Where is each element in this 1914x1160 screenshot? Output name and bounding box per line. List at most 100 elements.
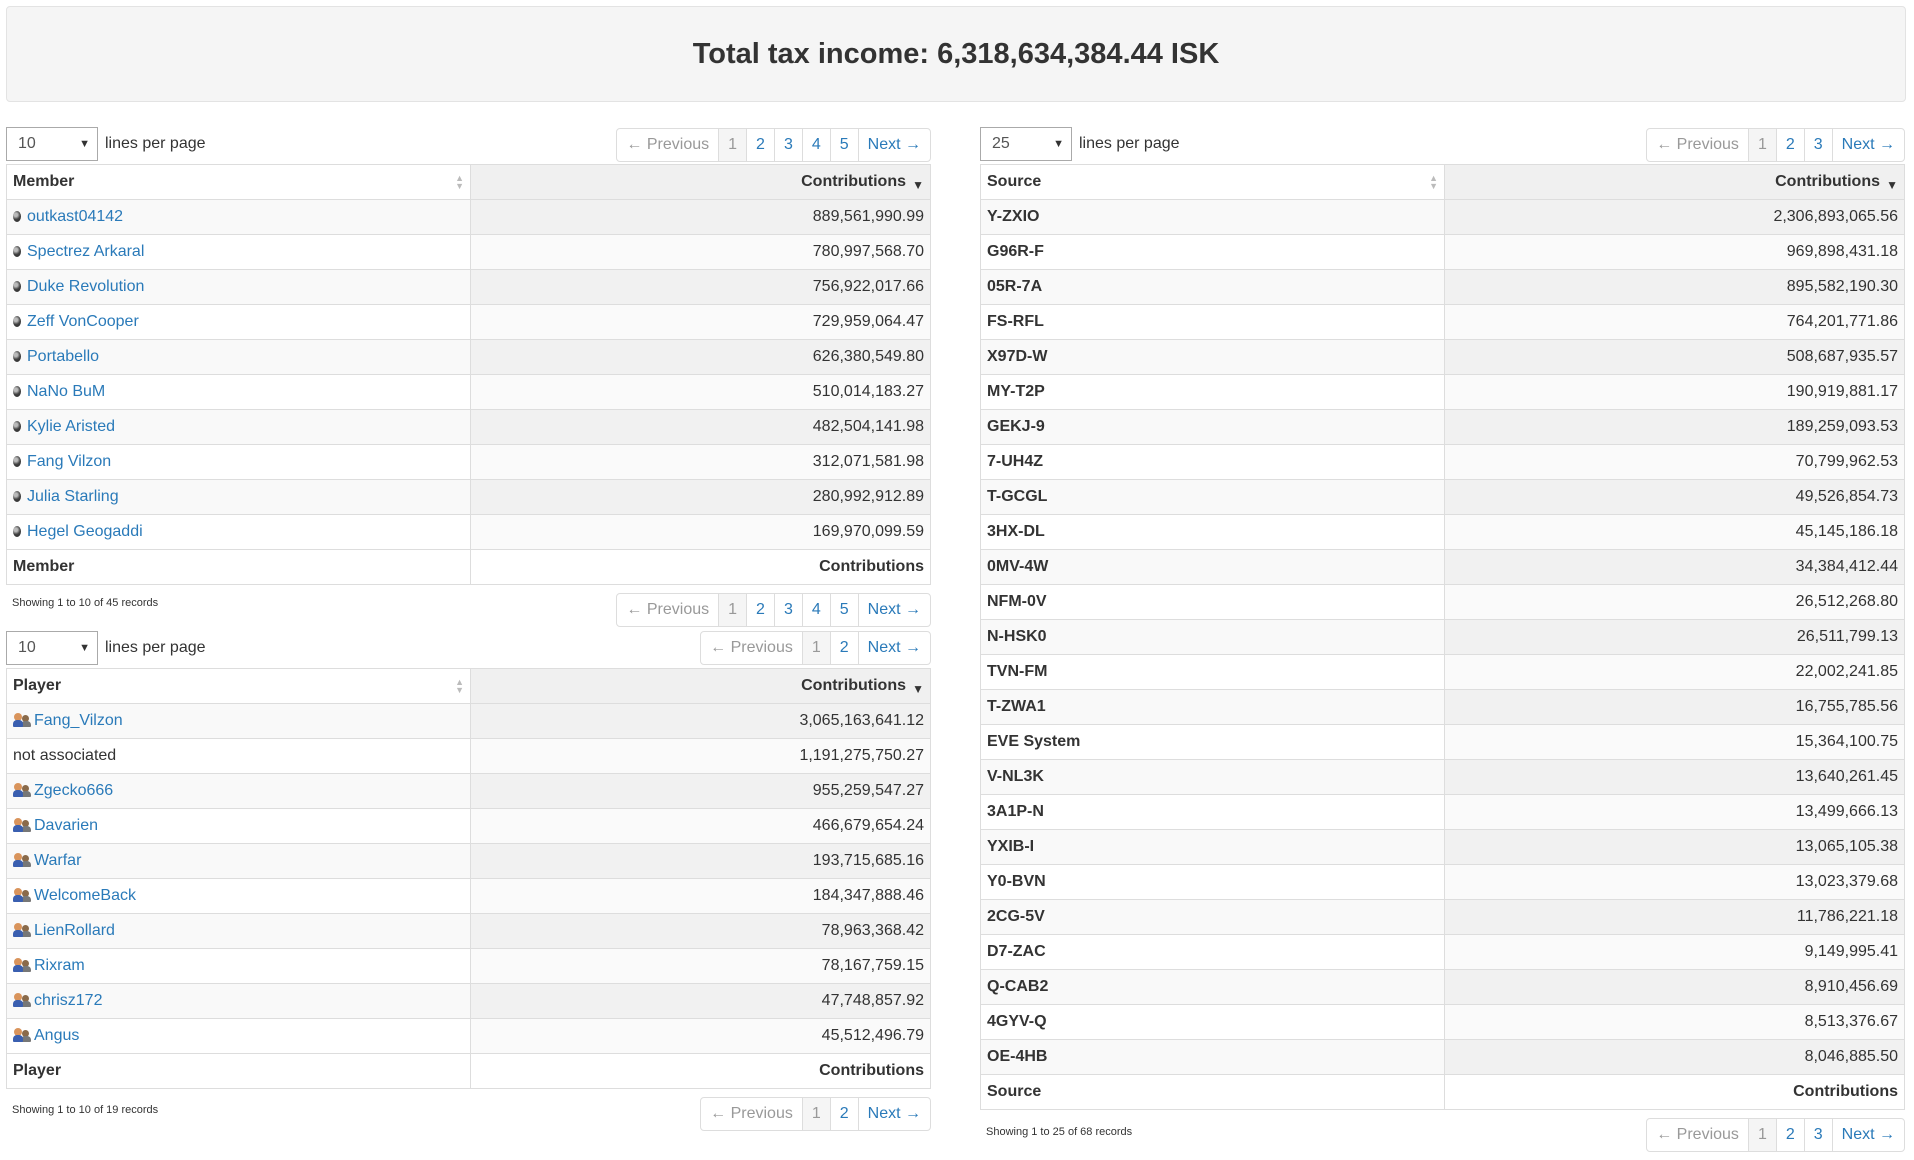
member-link[interactable]: outkast04142	[27, 208, 123, 225]
page-2-button[interactable]: 2	[1775, 128, 1805, 162]
previous-page-button[interactable]: ← Previous	[700, 631, 803, 665]
page-2-button[interactable]: 2	[1775, 1118, 1805, 1152]
players-length-select[interactable]: 10 ▼	[6, 631, 98, 665]
member-link[interactable]: Fang Vilzon	[27, 453, 111, 470]
source-cell: Y0-BVN	[980, 864, 1445, 900]
player-link[interactable]: WelcomeBack	[34, 887, 136, 904]
members-length-control: 10 ▼ lines per page	[6, 127, 206, 161]
source-column-header[interactable]: Source ▲ ▼	[980, 164, 1445, 200]
sources-length-select[interactable]: 25 ▼	[980, 127, 1072, 161]
member-link[interactable]: Julia Starling	[27, 488, 119, 505]
page-1-button[interactable]: 1	[801, 631, 831, 665]
contributions-column-header[interactable]: Contributions ▼	[1444, 164, 1905, 200]
player-link[interactable]: Zgecko666	[34, 782, 113, 799]
page-4-button[interactable]: 4	[801, 593, 831, 627]
contributions-column-header[interactable]: Contributions ▼	[470, 668, 931, 704]
player-link[interactable]: LienRollard	[34, 922, 115, 939]
contributions-column-header[interactable]: Contributions ▼	[470, 164, 931, 200]
previous-page-button[interactable]: ← Previous	[1646, 128, 1749, 162]
member-cell: Zeff VonCooper	[6, 304, 471, 340]
contributions-column-label: Contributions	[1775, 173, 1880, 190]
page-2-button[interactable]: 2	[829, 631, 859, 665]
table-row: Portabello 626,380,549.80	[6, 339, 931, 375]
page-3-button[interactable]: 3	[1803, 128, 1833, 162]
page-3-button[interactable]: 3	[773, 128, 803, 162]
member-link[interactable]: NaNo BuM	[27, 383, 105, 400]
member-cell: Hegel Geogaddi	[6, 514, 471, 550]
table-row: EVE System 15,364,100.75	[980, 724, 1905, 760]
page-2-button[interactable]: 2	[746, 593, 775, 627]
member-cell: NaNo BuM	[6, 374, 471, 410]
page-3-button[interactable]: 3	[773, 593, 803, 627]
source-name: Y0-BVN	[987, 873, 1046, 890]
page-1-button[interactable]: 1	[718, 128, 748, 162]
next-page-button[interactable]: Next →	[857, 1097, 931, 1131]
member-bullet-icon	[13, 456, 21, 467]
player-footer-label: Player	[6, 1053, 471, 1089]
player-link[interactable]: Angus	[34, 1027, 79, 1044]
members-length-value: 10	[18, 135, 36, 152]
contribution-value: 22,002,241.85	[1444, 654, 1905, 690]
previous-page-button[interactable]: ← Previous	[700, 1097, 803, 1131]
member-bullet-icon	[13, 491, 21, 502]
table-row: 3HX-DL 45,145,186.18	[980, 514, 1905, 550]
member-link[interactable]: Portabello	[27, 348, 99, 365]
players-length-control: 10 ▼ lines per page	[6, 631, 206, 665]
previous-page-button[interactable]: ← Previous	[616, 128, 720, 162]
next-page-button[interactable]: Next →	[857, 128, 931, 162]
page-2-button[interactable]: 2	[746, 128, 775, 162]
page-1-button[interactable]: 1	[718, 593, 748, 627]
next-page-button[interactable]: Next →	[857, 631, 931, 665]
contribution-value: 189,259,093.53	[1444, 409, 1905, 445]
sort-both-icon: ▲ ▼	[455, 173, 464, 191]
page-5-button[interactable]: 5	[829, 128, 859, 162]
player-column-label: Player	[13, 677, 62, 694]
member-link[interactable]: Zeff VonCooper	[27, 313, 139, 330]
contribution-value: 34,384,412.44	[1444, 549, 1905, 585]
page-1-button[interactable]: 1	[801, 1097, 831, 1131]
source-cell: D7-ZAC	[980, 934, 1445, 970]
page-3-button[interactable]: 3	[1803, 1118, 1833, 1152]
player-link[interactable]: Warfar	[34, 852, 81, 869]
source-cell: V-NL3K	[980, 759, 1445, 795]
source-name: OE-4HB	[987, 1048, 1048, 1065]
player-link[interactable]: Fang_Vilzon	[34, 712, 123, 729]
member-column-header[interactable]: Member ▲ ▼	[6, 164, 471, 200]
contribution-value: 764,201,771.86	[1444, 304, 1905, 340]
next-page-button[interactable]: Next →	[1831, 128, 1905, 162]
page-1-button[interactable]: 1	[1747, 128, 1777, 162]
table-row: 3A1P-N 13,499,666.13	[980, 794, 1905, 830]
page-2-button[interactable]: 2	[829, 1097, 859, 1131]
member-link[interactable]: Duke Revolution	[27, 278, 144, 295]
members-length-select[interactable]: 10 ▼	[6, 127, 98, 161]
table-row: X97D-W 508,687,935.57	[980, 339, 1905, 375]
players-table: Player ▲ ▼ Contributions ▼ Fang_Vilzon 3,0…	[6, 668, 931, 1089]
players-icon	[13, 958, 31, 972]
source-cell: 3HX-DL	[980, 514, 1445, 550]
player-link[interactable]: chrisz172	[34, 992, 102, 1009]
table-row: chrisz172 47,748,857.92	[6, 983, 931, 1019]
members-controls: 10 ▼ lines per page ← Previous 1 2 3 4 5 Next …	[6, 124, 931, 164]
member-link[interactable]: Hegel Geogaddi	[27, 523, 143, 540]
next-page-button[interactable]: Next →	[1831, 1118, 1905, 1152]
page-4-button[interactable]: 4	[801, 128, 831, 162]
sort-both-icon: ▲ ▼	[455, 677, 464, 695]
previous-page-button[interactable]: ← Previous	[616, 593, 720, 627]
previous-page-button[interactable]: ← Previous	[1646, 1118, 1749, 1152]
contribution-value: 9,149,995.41	[1444, 934, 1905, 970]
member-link[interactable]: Spectrez Arkaral	[27, 243, 144, 260]
page-1-button[interactable]: 1	[1747, 1118, 1777, 1152]
source-cell: 7-UH4Z	[980, 444, 1445, 480]
next-page-button[interactable]: Next →	[857, 593, 931, 627]
player-column-header[interactable]: Player ▲ ▼	[6, 668, 471, 704]
player-link[interactable]: Davarien	[34, 817, 98, 834]
page-5-button[interactable]: 5	[829, 593, 859, 627]
member-bullet-icon	[13, 386, 21, 397]
player-link[interactable]: Rixram	[34, 957, 85, 974]
contribution-value: 78,963,368.42	[470, 913, 931, 949]
contribution-value: 70,799,962.53	[1444, 444, 1905, 480]
source-name: G96R-F	[987, 243, 1044, 260]
source-cell: G96R-F	[980, 234, 1445, 270]
member-link[interactable]: Kylie Aristed	[27, 418, 115, 435]
source-cell: 3A1P-N	[980, 794, 1445, 830]
